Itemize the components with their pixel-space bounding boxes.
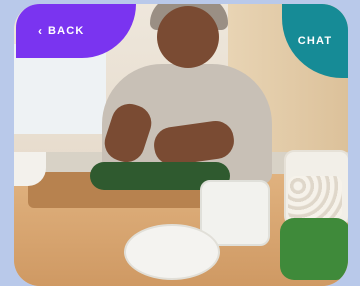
chat-label: CHAT [297,35,333,47]
back-label: BACK [48,25,85,37]
salad-plate [280,218,348,280]
woman-head [157,6,219,68]
front-bowl [124,224,220,280]
beans [288,176,342,220]
chevron-left-icon: ‹ [38,24,42,38]
